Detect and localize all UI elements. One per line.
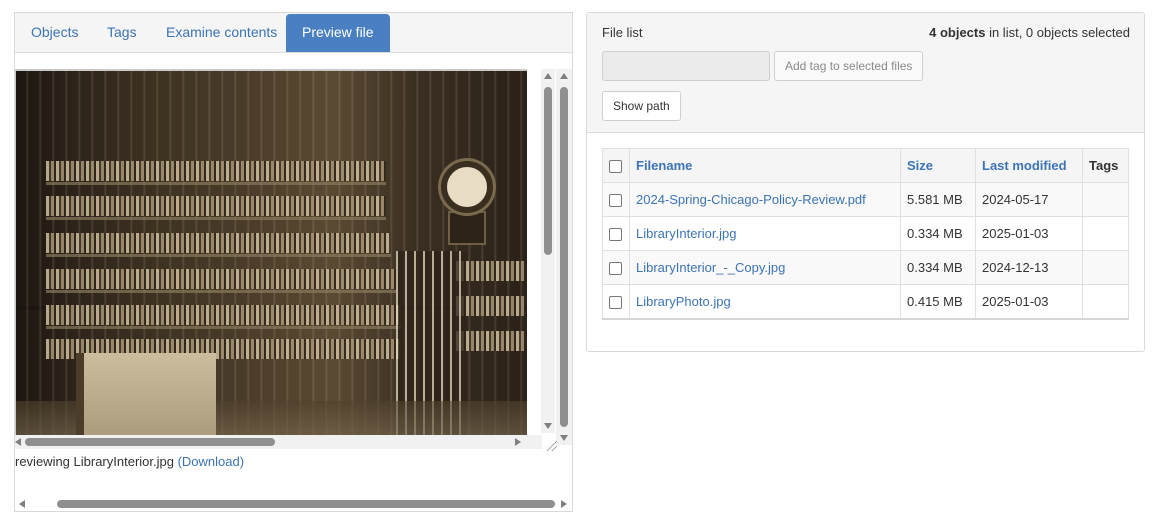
file-list-panel: File list 4 objects in list, 0 objects s… [586, 12, 1145, 352]
file-name-link[interactable]: 2024-Spring-Chicago-Policy-Review.pdf [629, 182, 901, 217]
scroll-up-icon[interactable] [544, 73, 552, 79]
file-size: 5.581 MB [900, 182, 976, 217]
file-tags [1082, 250, 1129, 285]
table-header-row: Filename Size Last modified Tags [602, 148, 1129, 183]
row-checkbox[interactable] [609, 194, 622, 208]
scroll-up-icon[interactable] [560, 73, 568, 79]
file-tags [1082, 284, 1129, 320]
tab-tags[interactable]: Tags [91, 13, 153, 52]
image-preview-viewport[interactable] [15, 67, 560, 452]
panel-horizontal-scrollbar[interactable] [15, 497, 572, 511]
scroll-down-icon[interactable] [560, 435, 568, 441]
table-row: LibraryPhoto.jpg 0.415 MB 2025-01-03 [602, 284, 1129, 320]
scroll-left-icon[interactable] [19, 500, 25, 508]
file-modified: 2025-01-03 [975, 216, 1083, 251]
file-list-title: File list [602, 25, 643, 40]
image-horizontal-scrollbar[interactable] [15, 435, 542, 449]
select-all-checkbox[interactable] [609, 160, 622, 174]
wall-clock [441, 161, 493, 213]
file-modified: 2024-12-13 [975, 250, 1083, 285]
row-checkbox[interactable] [609, 262, 622, 276]
tag-input[interactable] [602, 51, 770, 81]
scroll-left-icon[interactable] [15, 438, 21, 446]
file-size: 0.334 MB [900, 250, 976, 285]
file-name-link[interactable]: LibraryInterior_-_Copy.jpg [629, 250, 901, 285]
download-link[interactable]: (Download) [178, 454, 244, 469]
selection-count: 4 objects in list, 0 objects selected [929, 25, 1130, 40]
resize-grip-icon[interactable] [547, 441, 557, 451]
add-tag-button[interactable]: Add tag to selected files [774, 51, 924, 81]
tab-preview-file[interactable]: Preview file [286, 14, 390, 52]
file-size: 0.334 MB [900, 216, 976, 251]
tab-examine-contents[interactable]: Examine contents [150, 13, 293, 52]
table-row: LibraryInterior.jpg 0.334 MB 2025-01-03 [602, 216, 1129, 251]
row-checkbox[interactable] [609, 295, 622, 309]
scroll-right-icon[interactable] [515, 438, 521, 446]
file-tags [1082, 182, 1129, 217]
panel-vertical-scrollbar[interactable] [556, 69, 572, 445]
file-list-header: File list 4 objects in list, 0 objects s… [587, 13, 1144, 133]
show-path-button[interactable]: Show path [602, 91, 681, 121]
file-name-link[interactable]: LibraryPhoto.jpg [629, 284, 901, 320]
scroll-down-icon[interactable] [544, 423, 552, 429]
column-tags: Tags [1082, 148, 1129, 183]
file-name-link[interactable]: LibraryInterior.jpg [629, 216, 901, 251]
table-row: 2024-Spring-Chicago-Policy-Review.pdf 5.… [602, 182, 1129, 217]
image-vertical-scrollbar[interactable] [541, 69, 555, 433]
preview-panel: Objects Tags Examine contents Preview fi… [14, 12, 573, 512]
column-last-modified[interactable]: Last modified [975, 148, 1083, 183]
desk [76, 353, 216, 437]
scroll-right-icon[interactable] [561, 500, 567, 508]
preview-caption: reviewing LibraryInterior.jpg (Download) [15, 454, 244, 469]
tab-bar: Objects Tags Examine contents Preview fi… [15, 13, 572, 53]
row-checkbox[interactable] [609, 228, 622, 242]
column-size[interactable]: Size [900, 148, 976, 183]
preview-filename-text: reviewing LibraryInterior.jpg [15, 454, 174, 469]
file-tags [1082, 216, 1129, 251]
file-modified: 2025-01-03 [975, 284, 1083, 320]
table-row: LibraryInterior_-_Copy.jpg 0.334 MB 2024… [602, 250, 1129, 285]
file-table: Filename Size Last modified Tags 2024-Sp… [602, 148, 1129, 320]
file-size: 0.415 MB [900, 284, 976, 320]
tab-objects[interactable]: Objects [15, 13, 94, 52]
file-modified: 2024-05-17 [975, 182, 1083, 217]
library-interior-photo [15, 69, 527, 437]
column-filename[interactable]: Filename [629, 148, 901, 183]
